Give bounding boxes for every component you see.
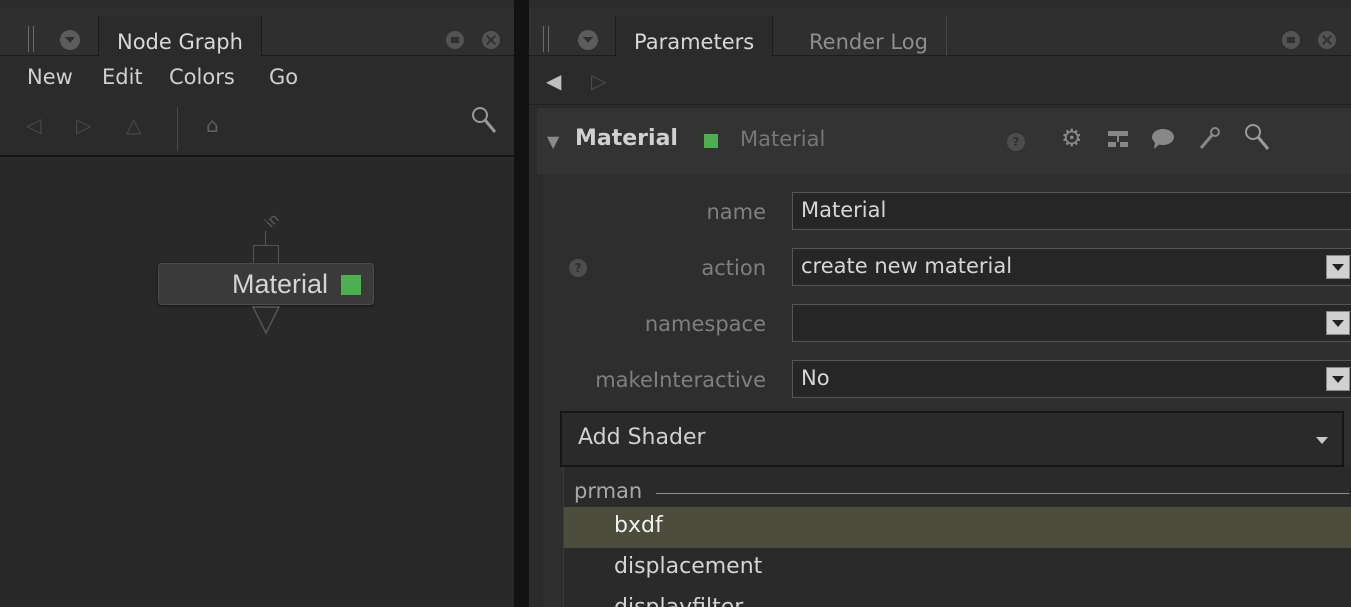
add-shader-button[interactable]: Add Shader <box>560 411 1344 467</box>
node-edit-flag[interactable] <box>704 134 718 148</box>
hierarchy-icon[interactable] <box>1107 128 1129 156</box>
menu-new[interactable]: New <box>27 65 73 89</box>
chevron-down-icon <box>1316 437 1328 444</box>
output-port[interactable] <box>251 305 281 339</box>
param-label-name: name <box>706 200 766 224</box>
search-icon[interactable] <box>470 105 498 140</box>
menu-edit[interactable]: Edit <box>102 65 143 89</box>
menu-group-label: prman <box>574 479 643 503</box>
param-label-namespace: namespace <box>644 312 766 336</box>
tab-node-graph[interactable]: Node Graph <box>98 16 262 57</box>
pane-splitter[interactable] <box>514 0 529 607</box>
menu-item-label: displayfilter <box>614 595 743 607</box>
make-interactive-dropdown-value: No <box>801 366 830 390</box>
action-dropdown-value: create new material <box>801 254 1013 278</box>
pane-grip-handle[interactable] <box>28 26 34 52</box>
menu-go[interactable]: Go <box>269 65 298 89</box>
forward-arrow-icon[interactable]: ▷ <box>76 113 91 137</box>
node-edit-flag[interactable] <box>341 275 361 295</box>
history-forward-icon[interactable]: ▷ <box>591 69 606 93</box>
material-node[interactable]: Material <box>158 263 374 305</box>
menu-item-label: displacement <box>614 554 763 579</box>
node-type: Material <box>740 127 826 151</box>
back-arrow-icon[interactable]: ◁ <box>26 113 41 137</box>
wrench-icon[interactable] <box>1197 126 1221 158</box>
close-icon[interactable] <box>482 31 500 49</box>
home-icon[interactable]: ⌂ <box>206 113 219 137</box>
tab-label: Render Log <box>809 30 928 54</box>
menu-item-bxdf[interactable]: bxdf <box>564 507 1351 548</box>
tab-label: Node Graph <box>117 30 243 54</box>
menu-item-label: bxdf <box>614 513 663 538</box>
up-arrow-icon[interactable]: △ <box>126 113 141 137</box>
maximize-icon[interactable] <box>1282 31 1300 49</box>
name-field[interactable]: Material <box>792 192 1351 230</box>
menu-group-divider <box>656 493 1349 494</box>
node-graph-canvas[interactable]: in Material <box>0 159 514 607</box>
make-interactive-dropdown[interactable]: No <box>792 360 1351 398</box>
help-icon[interactable]: ? <box>1007 133 1025 151</box>
toolbar-divider <box>177 107 178 151</box>
node-name: Material <box>231 269 328 299</box>
node-title[interactable]: Material <box>575 126 678 151</box>
param-label-action: action <box>701 256 766 280</box>
menu-item-displacement[interactable]: displacement <box>564 548 1351 589</box>
search-icon[interactable] <box>1243 122 1271 158</box>
dropdown-arrow-icon[interactable] <box>1326 311 1350 335</box>
collapse-arrow-icon[interactable]: ▼ <box>547 132 559 151</box>
dropdown-arrow-icon[interactable] <box>1326 367 1350 391</box>
node-parameter-header: ▼ Material Material ? ⚙ <box>537 108 1351 174</box>
namespace-dropdown[interactable] <box>792 304 1351 342</box>
dropdown-arrow-icon[interactable] <box>1326 255 1350 279</box>
comment-icon[interactable] <box>1151 128 1175 156</box>
input-port-label: in <box>262 210 283 232</box>
add-shader-menu: prman bxdf displacement displayfilter <box>563 467 1351 607</box>
param-label-make-interactive: makeInteractive <box>595 368 766 392</box>
node-graph-tabbar: Node Graph <box>0 8 514 57</box>
parameters-tabbar: Parameters Render Log <box>529 8 1351 57</box>
action-dropdown[interactable]: create new material <box>792 248 1351 286</box>
menu-colors[interactable]: Colors <box>169 65 235 89</box>
tab-label: Parameters <box>634 30 755 54</box>
node-graph-toolbar: ◁ ▷ △ ⌂ <box>0 99 514 157</box>
add-shader-label: Add Shader <box>578 425 706 450</box>
menu-item-displayfilter[interactable]: displayfilter <box>564 589 1351 607</box>
tab-menu-icon[interactable] <box>60 30 80 50</box>
history-nav: ◀ ▷ <box>529 57 1351 105</box>
history-back-icon[interactable]: ◀ <box>546 69 561 93</box>
name-field-value: Material <box>801 198 887 222</box>
maximize-icon[interactable] <box>446 31 464 49</box>
node-graph-menubar: New Edit Colors Go <box>0 57 514 99</box>
tab-parameters[interactable]: Parameters <box>615 16 774 57</box>
gear-icon[interactable]: ⚙ <box>1061 124 1083 152</box>
input-port[interactable] <box>253 245 279 265</box>
node-graph-pane: Node Graph New Edit Colors Go ◁ ▷ △ ⌂ in… <box>0 0 514 607</box>
tab-render-log[interactable]: Render Log <box>791 16 947 57</box>
input-port-connector <box>265 231 266 245</box>
close-icon[interactable] <box>1318 31 1336 49</box>
pane-grip-handle[interactable] <box>543 26 549 52</box>
tab-menu-icon[interactable] <box>578 30 598 50</box>
parameters-pane: Parameters Render Log ◀ ▷ ▼ Material Mat… <box>529 0 1351 607</box>
